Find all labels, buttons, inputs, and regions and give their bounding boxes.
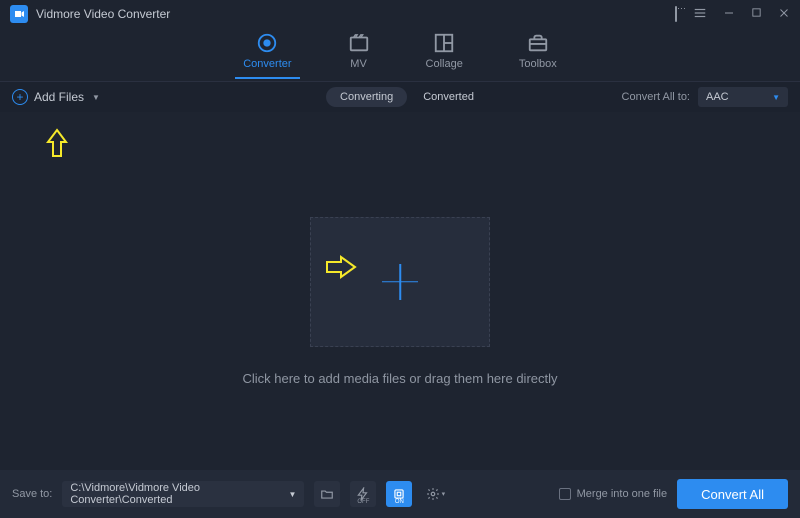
format-picker: Convert All to: AAC ▼	[622, 87, 788, 107]
settings-button[interactable]: ▾	[422, 481, 448, 507]
convert-all-to-label: Convert All to:	[622, 91, 690, 103]
conversion-status-tabs: Converting Converted	[326, 87, 474, 107]
tab-label: MV	[350, 58, 367, 70]
save-to-label: Save to:	[12, 488, 52, 500]
app-logo	[10, 5, 28, 23]
merge-checkbox[interactable]	[559, 488, 571, 500]
tab-label: Collage	[426, 58, 463, 70]
converter-icon	[256, 32, 278, 54]
maximize-icon[interactable]	[751, 7, 762, 21]
tab-label: Converter	[243, 58, 291, 70]
format-select[interactable]: AAC ▼	[698, 87, 788, 107]
save-path-value: C:\Vidmore\Vidmore Video Converter\Conve…	[70, 482, 286, 506]
plus-icon	[382, 264, 418, 300]
toolbox-icon	[527, 32, 549, 54]
dropzone-hint: Click here to add media files or drag th…	[242, 371, 557, 386]
add-files-button[interactable]: + Add Files ▼	[12, 89, 100, 105]
plus-circle-icon: +	[12, 89, 28, 105]
titlebar: Vidmore Video Converter	[0, 0, 800, 28]
add-files-label: Add Files	[34, 90, 84, 104]
tab-converting[interactable]: Converting	[326, 87, 407, 107]
save-path-select[interactable]: C:\Vidmore\Vidmore Video Converter\Conve…	[62, 481, 304, 507]
convert-all-label: Convert All	[701, 487, 764, 502]
merge-label: Merge into one file	[577, 488, 668, 500]
app-title: Vidmore Video Converter	[36, 7, 675, 21]
mv-icon	[348, 32, 370, 54]
window-controls	[675, 6, 790, 23]
merge-option[interactable]: Merge into one file	[559, 488, 668, 500]
feedback-icon[interactable]	[675, 7, 677, 21]
gpu-button[interactable]: ON	[386, 481, 412, 507]
subbar: + Add Files ▼ Converting Converted Conve…	[0, 82, 800, 112]
dropzone[interactable]	[310, 217, 490, 347]
convert-all-button[interactable]: Convert All	[677, 479, 788, 509]
annotation-arrow-right	[325, 255, 357, 279]
tab-collage[interactable]: Collage	[426, 32, 463, 78]
annotation-arrow-up	[46, 128, 68, 158]
chevron-down-icon: ▼	[772, 93, 780, 102]
main-tabs: Converter MV Collage Toolbox	[0, 28, 800, 82]
tab-toolbox[interactable]: Toolbox	[519, 32, 557, 78]
close-icon[interactable]	[778, 7, 790, 22]
tab-converter[interactable]: Converter	[243, 32, 291, 78]
bottombar: Save to: C:\Vidmore\Vidmore Video Conver…	[0, 470, 800, 518]
tab-mv[interactable]: MV	[348, 32, 370, 78]
menu-icon[interactable]	[693, 6, 707, 23]
minimize-icon[interactable]	[723, 7, 735, 22]
chevron-down-icon: ▼	[92, 93, 100, 102]
format-selected-value: AAC	[706, 91, 729, 103]
collage-icon	[433, 32, 455, 54]
tab-converted[interactable]: Converted	[423, 91, 474, 103]
open-folder-button[interactable]	[314, 481, 340, 507]
speed-button[interactable]: OFF	[350, 481, 376, 507]
chevron-down-icon: ▼	[288, 490, 296, 499]
tab-label: Toolbox	[519, 58, 557, 70]
main-area: Click here to add media files or drag th…	[0, 112, 800, 490]
